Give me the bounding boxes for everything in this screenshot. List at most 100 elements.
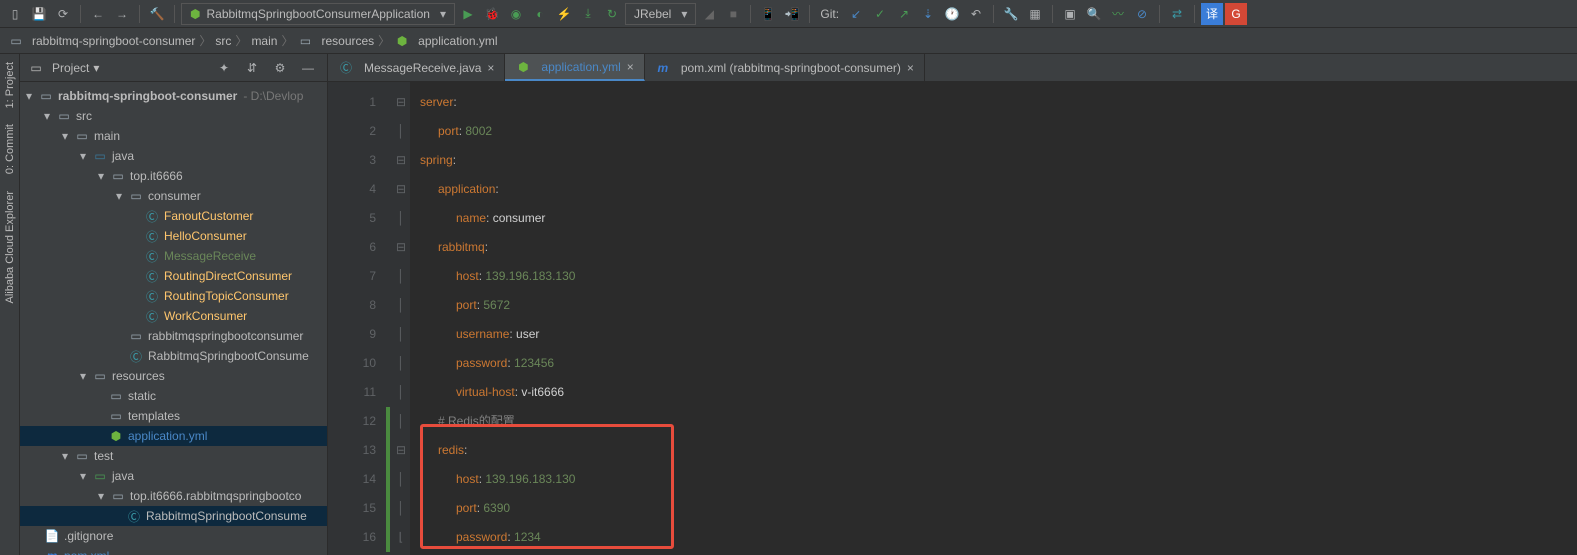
close-icon[interactable]: ×	[627, 60, 634, 74]
line-num[interactable]: 8	[328, 291, 376, 320]
line-num[interactable]: 13	[328, 436, 376, 465]
tree-test-pkg[interactable]: ▾▭top.it6666.rabbitmqspringbootco	[20, 486, 327, 506]
fold-handle[interactable]: ⊟	[392, 436, 410, 465]
line-num[interactable]: 2	[328, 117, 376, 146]
tree-test[interactable]: ▾▭test	[20, 446, 327, 466]
line-num[interactable]: 12	[328, 407, 376, 436]
line-num[interactable]: 14	[328, 465, 376, 494]
fold-handle[interactable]: ⊟	[392, 88, 410, 117]
vcs-added-mark[interactable]	[386, 407, 390, 552]
phone-icon[interactable]: 📱	[757, 3, 779, 25]
tab-application-yml[interactable]: ⬢ application.yml ×	[505, 54, 644, 81]
tree-root[interactable]: ▾ ▭ rabbitmq-springboot-consumer - D:\De…	[20, 86, 327, 106]
line-num[interactable]: 11	[328, 378, 376, 407]
git-update-icon[interactable]: ↙	[845, 3, 867, 25]
chevron-down-icon[interactable]: ▾	[116, 189, 126, 203]
tree-resources[interactable]: ▾▭resources	[20, 366, 327, 386]
code-line[interactable]: username: user	[420, 320, 1577, 349]
code-line[interactable]: server:	[420, 88, 1577, 117]
hide-icon[interactable]: —	[297, 57, 319, 79]
rerun-icon[interactable]: ↻	[601, 3, 623, 25]
line-num[interactable]: 3	[328, 146, 376, 175]
line-num[interactable]: 5	[328, 204, 376, 233]
tree-gitignore[interactable]: 📄.gitignore	[20, 526, 327, 546]
tree-java[interactable]: ▾▭java	[20, 146, 327, 166]
code-line[interactable]: name: consumer	[420, 204, 1577, 233]
chevron-down-icon[interactable]: ▾	[80, 149, 90, 163]
translate-icon[interactable]: 译	[1201, 3, 1223, 25]
jrebel-selector[interactable]: JRebel ▾	[625, 3, 696, 25]
code-line[interactable]: spring:	[420, 146, 1577, 175]
chevron-down-icon[interactable]: ▾	[98, 489, 108, 503]
expand-all-icon[interactable]: ⇵	[241, 57, 263, 79]
settings-icon[interactable]: 🔧	[1000, 3, 1022, 25]
chevron-down-icon[interactable]: ▾	[62, 129, 72, 143]
coverage-icon[interactable]: ◉	[505, 3, 527, 25]
code-editor[interactable]: 1 2 3 4 5 6 7 8 9 10 11 12 13 14 15 16	[328, 82, 1577, 555]
line-num[interactable]: 7	[328, 262, 376, 291]
crumb-resources[interactable]: ▭resources	[297, 34, 374, 48]
tree-file[interactable]: ⒸWorkConsumer	[20, 306, 327, 326]
crumb-main[interactable]: main	[251, 34, 277, 48]
tree-consumer[interactable]: ▾▭consumer	[20, 186, 327, 206]
chevron-down-icon[interactable]: ▾	[62, 449, 72, 463]
project-tool-button[interactable]: 1: Project	[2, 54, 18, 116]
fold-gutter[interactable]: ⊟ │ ⊟ ⊟ │ ⊟ │ │ │ │ │ │ ⊟ │ │ ⌊	[392, 82, 410, 555]
line-num[interactable]: 9	[328, 320, 376, 349]
git-fetch-icon[interactable]: ⇣	[917, 3, 939, 25]
back-icon[interactable]: ←	[87, 3, 109, 25]
line-num[interactable]: 1	[328, 88, 376, 117]
tree-file[interactable]: ⒸRoutingTopicConsumer	[20, 286, 327, 306]
search-icon[interactable]: 🔍	[1083, 3, 1105, 25]
fold-handle[interactable]: ⊟	[392, 233, 410, 262]
code-line[interactable]: password: 123456	[420, 349, 1577, 378]
git-commit-icon[interactable]: ✓	[869, 3, 891, 25]
tree-src[interactable]: ▾▭src	[20, 106, 327, 126]
profile-icon[interactable]: ◐	[529, 3, 551, 25]
code-line[interactable]: port: 5672	[420, 291, 1577, 320]
code-line[interactable]: # Redis的配置	[420, 407, 1577, 436]
settings-gear-icon[interactable]: ⚙	[269, 57, 291, 79]
forward-icon[interactable]: →	[111, 3, 133, 25]
project-structure-icon[interactable]: ▦	[1024, 3, 1046, 25]
project-view-selector[interactable]: ▭ Project ▾	[28, 61, 99, 75]
debug-icon[interactable]: 🐞	[481, 3, 503, 25]
project-tree[interactable]: ▾ ▭ rabbitmq-springboot-consumer - D:\De…	[20, 82, 327, 555]
chevron-down-icon[interactable]: ▾	[98, 169, 108, 183]
google-icon[interactable]: G	[1225, 3, 1247, 25]
tree-pkg-sub[interactable]: ▭rabbitmqspringbootconsumer	[20, 326, 327, 346]
close-icon[interactable]: ×	[487, 61, 494, 75]
line-gutter[interactable]: 1 2 3 4 5 6 7 8 9 10 11 12 13 14 15 16	[328, 82, 384, 555]
crumb-file[interactable]: ⬢application.yml	[394, 34, 497, 48]
code-line[interactable]: password: 1234	[420, 523, 1577, 552]
git-rollback-icon[interactable]: ↶	[965, 3, 987, 25]
run-anything-icon[interactable]: ⚡	[553, 3, 575, 25]
chevron-down-icon[interactable]: ▾	[80, 369, 90, 383]
code-line[interactable]: host: 139.196.183.130	[420, 262, 1577, 291]
run-icon[interactable]: ▶	[457, 3, 479, 25]
code-line[interactable]: host: 139.196.183.130	[420, 465, 1577, 494]
line-num[interactable]: 16	[328, 523, 376, 552]
refresh-icon[interactable]: ⟳	[52, 3, 74, 25]
tree-static[interactable]: ▭static	[20, 386, 327, 406]
build-icon[interactable]: 🔨	[146, 3, 168, 25]
run-config-selector[interactable]: ⬢ RabbitmqSpringbootConsumerApplication …	[181, 3, 455, 25]
tree-test-java[interactable]: ▾▭java	[20, 466, 327, 486]
code-line[interactable]: port: 8002	[420, 117, 1577, 146]
code-line[interactable]: redis:	[420, 436, 1577, 465]
jrebel-run-icon[interactable]: ◢	[698, 3, 720, 25]
open-icon[interactable]: ▯	[4, 3, 26, 25]
tree-file[interactable]: ⒸRoutingDirectConsumer	[20, 266, 327, 286]
commit-tool-button[interactable]: 0: Commit	[2, 116, 18, 182]
tree-package[interactable]: ▾▭top.it6666	[20, 166, 327, 186]
fold-handle[interactable]: ⊟	[392, 146, 410, 175]
tree-templates[interactable]: ▭templates	[20, 406, 327, 426]
tree-test-file[interactable]: ⒸRabbitmqSpringbootConsume	[20, 506, 327, 526]
tab-message-receive[interactable]: Ⓒ MessageReceive.java ×	[328, 54, 505, 81]
code-content[interactable]: server: port: 8002 spring: application: …	[410, 82, 1577, 555]
line-num[interactable]: 6	[328, 233, 376, 262]
tab-pom-xml[interactable]: m pom.xml (rabbitmq-springboot-consumer)…	[645, 54, 925, 81]
git-push-icon[interactable]: ↗	[893, 3, 915, 25]
git-history-icon[interactable]: 🕐	[941, 3, 963, 25]
avd-icon[interactable]: 📲	[781, 3, 803, 25]
